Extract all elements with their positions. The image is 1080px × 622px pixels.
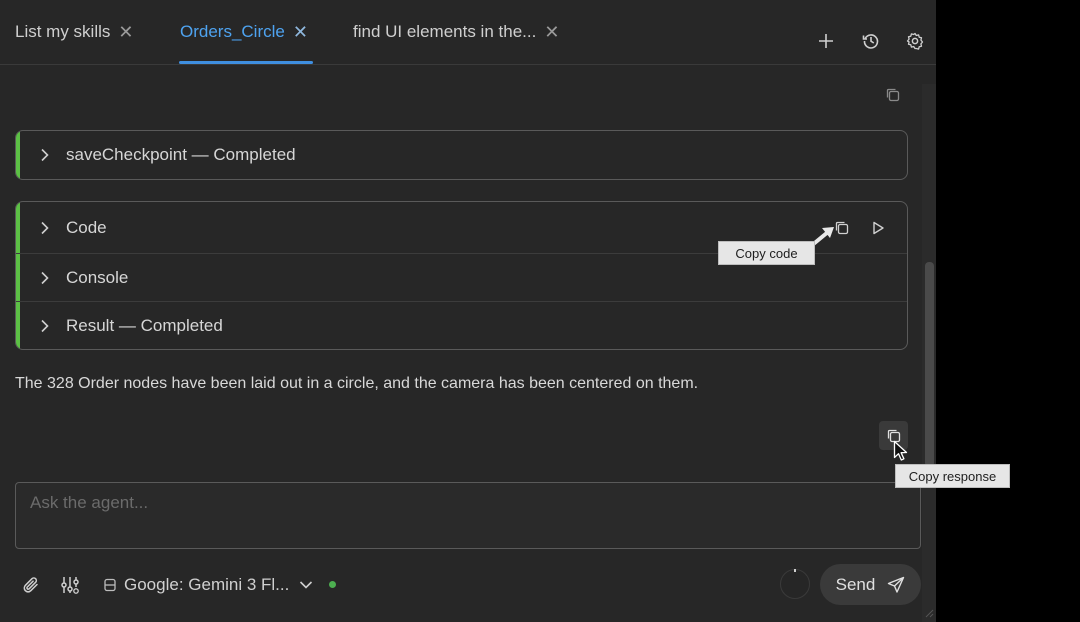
chevron-right-icon — [38, 221, 52, 235]
tab-label: List my skills — [15, 22, 111, 41]
code-execution-card: Code Console Result — Completed — [15, 201, 908, 350]
step-save-checkpoint[interactable]: saveCheckpoint — Completed — [16, 131, 907, 179]
chevron-right-icon — [38, 148, 52, 162]
active-tab-indicator — [179, 61, 313, 64]
step-label: Result — Completed — [66, 315, 223, 335]
tab-bar: List my skills ✕ Orders_Circle ✕ find UI… — [0, 0, 936, 65]
send-button[interactable]: Send — [820, 564, 921, 605]
agent-input[interactable] — [16, 483, 920, 548]
tab-label: Orders_Circle — [180, 22, 285, 41]
tab-orders-circle[interactable]: Orders_Circle ✕ — [180, 0, 308, 64]
send-label: Send — [835, 574, 876, 594]
tab-list-my-skills[interactable]: List my skills ✕ — [15, 0, 134, 64]
loading-spinner — [780, 569, 810, 599]
tab-find-ui-elements[interactable]: find UI elements in the... ✕ — [353, 0, 559, 64]
plus-icon[interactable] — [815, 30, 837, 52]
close-icon[interactable]: ✕ — [118, 23, 133, 41]
model-selector[interactable]: Google: Gemini 3 Fl... — [104, 574, 313, 596]
history-icon[interactable] — [860, 30, 882, 52]
checkpoint-card: saveCheckpoint — Completed — [15, 130, 908, 180]
database-icon — [104, 578, 116, 592]
paperclip-icon[interactable] — [20, 574, 42, 596]
copy-response-button[interactable] — [879, 421, 908, 450]
model-name: Google: Gemini 3 Fl... — [124, 575, 290, 594]
chevron-down-icon — [299, 580, 313, 590]
copy-code-tooltip: Copy code — [718, 241, 815, 265]
send-icon — [887, 576, 905, 594]
agent-panel: List my skills ✕ Orders_Circle ✕ find UI… — [0, 0, 936, 622]
step-label: Console — [66, 267, 129, 287]
agent-input-box[interactable] — [15, 482, 921, 549]
run-code-button[interactable] — [868, 218, 888, 238]
resize-grip-icon[interactable] — [924, 608, 934, 618]
copy-icon[interactable] — [883, 85, 903, 105]
tools-settings-icon[interactable] — [59, 574, 81, 596]
status-indicator — [329, 581, 336, 588]
copy-response-tooltip: Copy response — [895, 464, 1010, 488]
close-icon[interactable]: ✕ — [544, 23, 559, 41]
step-result[interactable]: Result — Completed — [16, 301, 907, 349]
tab-label: find UI elements in the... — [353, 22, 537, 41]
step-label: Code — [66, 217, 107, 237]
agent-response-text: The 328 Order nodes have been laid out i… — [15, 375, 699, 392]
chevron-right-icon — [38, 271, 52, 285]
scrollbar-thumb[interactable] — [925, 262, 934, 467]
chevron-right-icon — [38, 319, 52, 333]
step-label: saveCheckpoint — Completed — [66, 145, 296, 164]
close-icon[interactable]: ✕ — [293, 23, 308, 41]
gear-icon[interactable] — [904, 30, 926, 52]
